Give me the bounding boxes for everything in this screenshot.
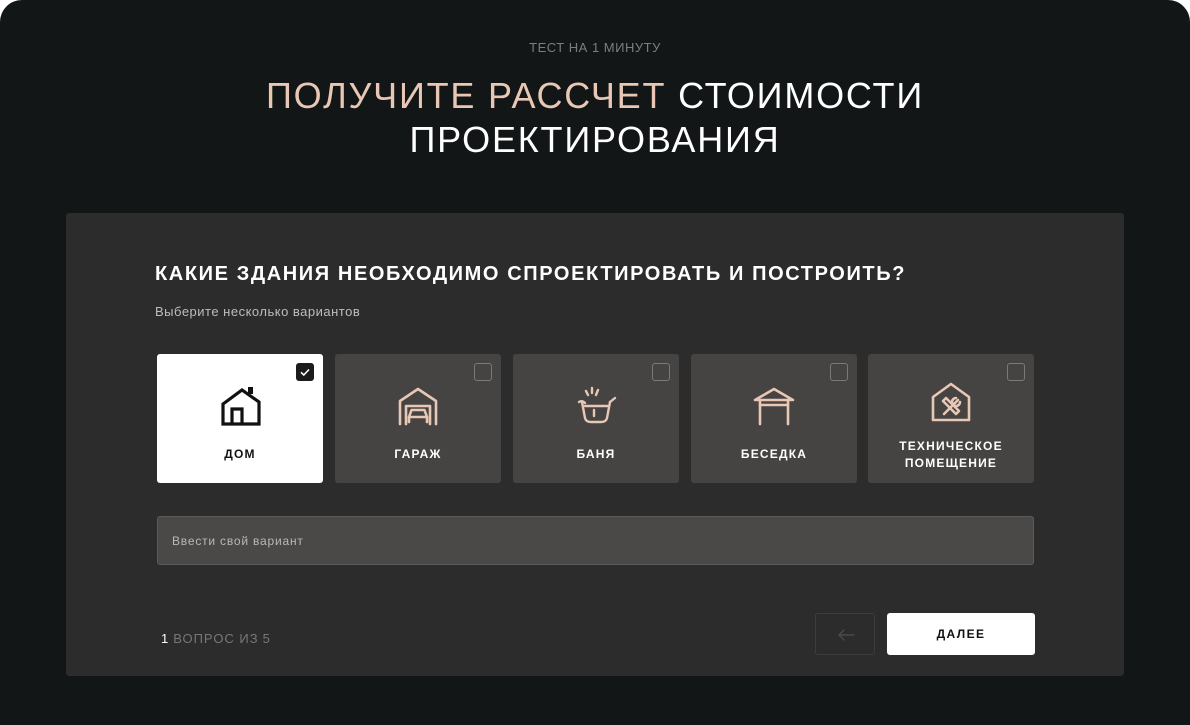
option-utility-room-label: ТЕХНИЧЕСКОЕ ПОМЕЩЕНИЕ: [868, 438, 1034, 472]
page-title-rest: СТОИМОСТИ: [678, 75, 924, 116]
option-bathhouse-checkbox[interactable]: [652, 363, 670, 381]
arrow-left-icon: [838, 629, 855, 641]
gazebo-icon: [753, 387, 795, 426]
option-list: ДОМ ГАРАЖ БАНЯ БЕСЕДКА ТЕХНИЧЕСКОЕ ПОМЕЩ…: [157, 354, 1034, 483]
page-title-line-1: ПОЛУЧИТЕ РАССЧЕТ СТОИМОСТИ: [0, 74, 1190, 118]
option-house-checkbox[interactable]: [296, 363, 314, 381]
garage-icon: [398, 387, 438, 426]
option-utility-room[interactable]: ТЕХНИЧЕСКОЕ ПОМЕЩЕНИЕ: [868, 354, 1034, 483]
page-title: ПОЛУЧИТЕ РАССЧЕТ СТОИМОСТИ ПРОЕКТИРОВАНИ…: [0, 74, 1190, 162]
option-utility-room-label-line-2: ПОМЕЩЕНИЕ: [904, 456, 998, 470]
quiz-eyebrow: ТЕСТ НА 1 МИНУТУ: [529, 40, 661, 55]
question-progress: 1 ВОПРОС ИЗ 5: [161, 631, 271, 646]
utility-room-icon: [931, 382, 971, 422]
checkmark-icon: [300, 368, 310, 377]
option-gazebo[interactable]: БЕСЕДКА: [691, 354, 857, 483]
custom-option-input[interactable]: [157, 516, 1034, 565]
option-garage-label: ГАРАЖ: [394, 447, 442, 461]
option-utility-room-checkbox[interactable]: [1007, 363, 1025, 381]
bathhouse-icon: [577, 386, 617, 424]
page-frame: ТЕСТ НА 1 МИНУТУ ПОЛУЧИТЕ РАССЧЕТ СТОИМО…: [0, 0, 1190, 725]
option-gazebo-checkbox[interactable]: [830, 363, 848, 381]
house-icon: [221, 387, 261, 426]
option-house[interactable]: ДОМ: [157, 354, 323, 483]
option-garage[interactable]: ГАРАЖ: [335, 354, 501, 483]
option-utility-room-label-line-1: ТЕХНИЧЕСКОЕ: [899, 439, 1003, 453]
total-questions: 5: [262, 631, 271, 646]
option-garage-checkbox[interactable]: [474, 363, 492, 381]
option-gazebo-label: БЕСЕДКА: [740, 447, 808, 461]
current-question-number: 1: [161, 631, 170, 646]
next-button[interactable]: ДАЛЕЕ: [887, 613, 1035, 655]
option-house-label: ДОМ: [224, 447, 256, 461]
quiz-question: КАКИЕ ЗДАНИЯ НЕОБХОДИМО СПРОЕКТИРОВАТЬ И…: [155, 263, 907, 285]
option-bathhouse[interactable]: БАНЯ: [513, 354, 679, 483]
page-title-accent: ПОЛУЧИТЕ РАССЧЕТ: [266, 75, 667, 116]
option-bathhouse-label: БАНЯ: [576, 447, 616, 461]
page-title-line-2: ПРОЕКТИРОВАНИЯ: [409, 119, 781, 160]
quiz-card: КАКИЕ ЗДАНИЯ НЕОБХОДИМО СПРОЕКТИРОВАТЬ И…: [66, 213, 1124, 676]
back-button[interactable]: [815, 613, 875, 655]
quiz-hint: Выберите несколько вариантов: [155, 304, 361, 319]
progress-label: ВОПРОС ИЗ: [173, 631, 259, 646]
